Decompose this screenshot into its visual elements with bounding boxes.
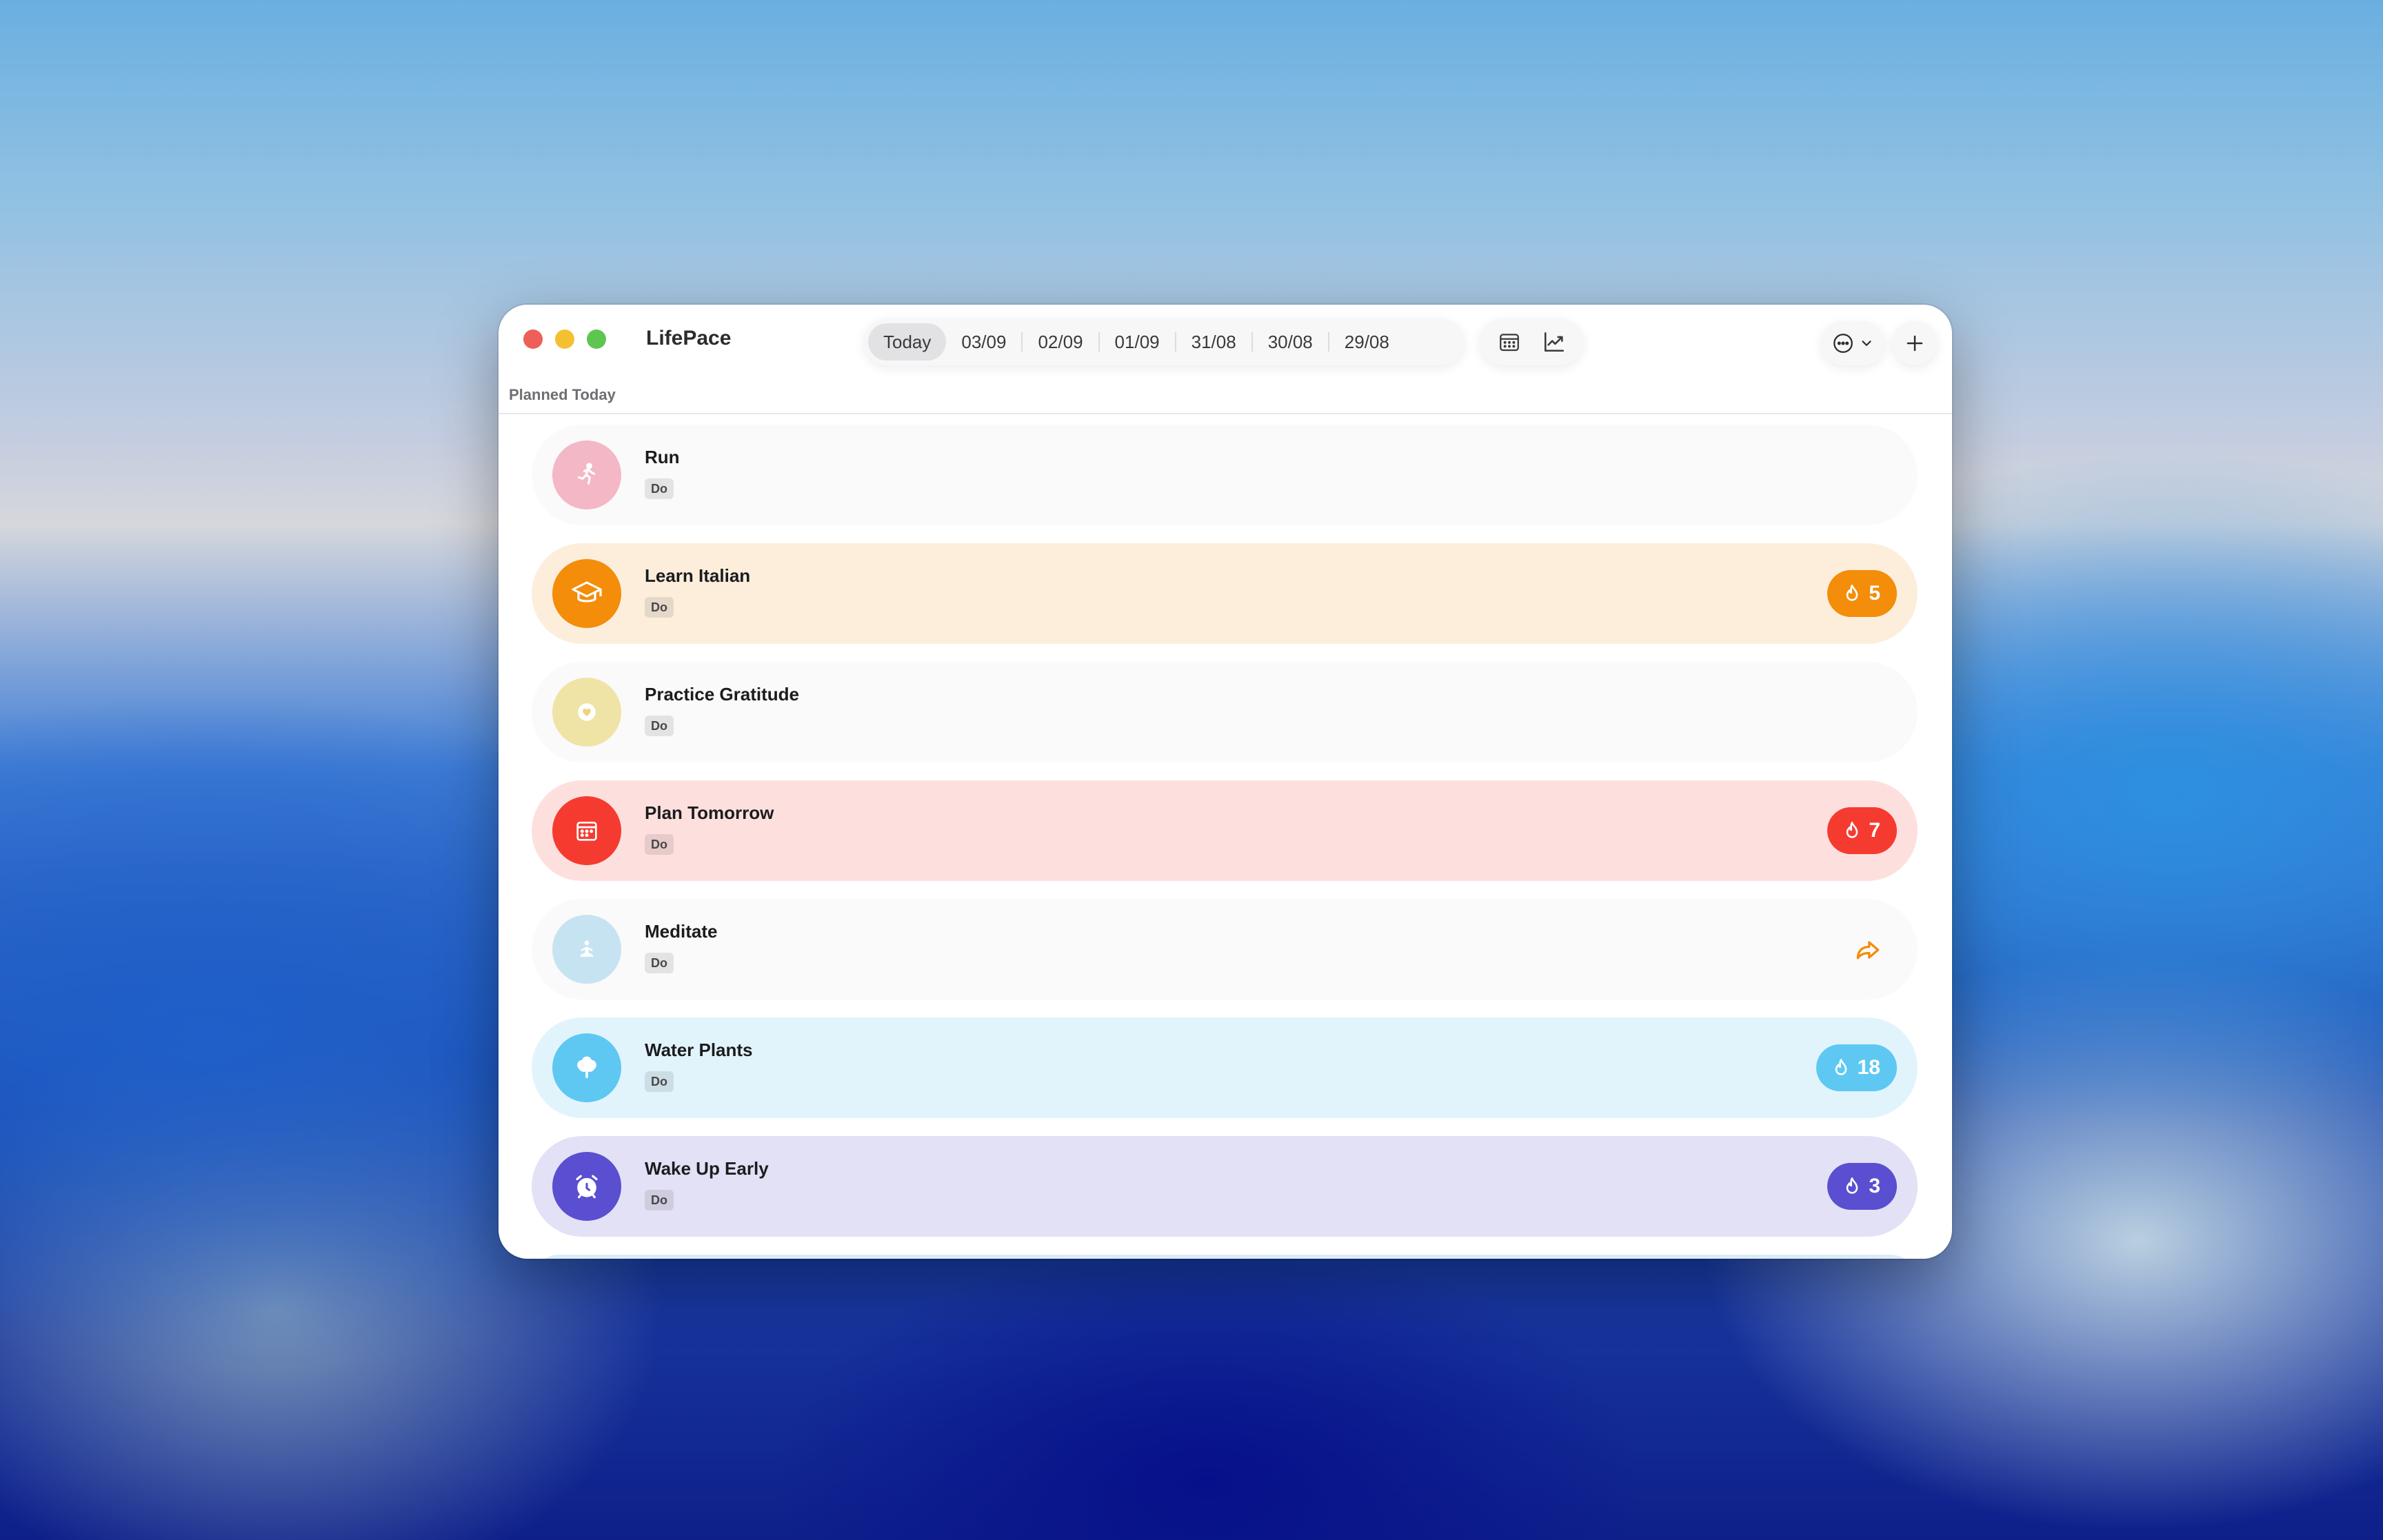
calendar-icon xyxy=(576,822,597,841)
streak-badge: 5 xyxy=(1827,570,1897,617)
habit-icon-badge xyxy=(552,440,621,509)
app-title: LifePace xyxy=(646,327,732,349)
meditation-icon xyxy=(580,940,594,957)
habit-name: Water Plants xyxy=(645,1040,753,1060)
habit-tag: Do xyxy=(645,716,674,736)
habit-tag: Do xyxy=(645,478,674,499)
habit-icon-badge xyxy=(552,915,621,984)
habit-icon-badge xyxy=(552,1033,621,1102)
habit-tag: Do xyxy=(645,597,674,618)
more-options-button[interactable] xyxy=(1821,321,1884,365)
graduation-cap-icon xyxy=(572,581,602,602)
streak-count: 18 xyxy=(1857,1056,1880,1079)
flame-icon xyxy=(1835,1059,1847,1075)
habit-icon-badge xyxy=(552,796,621,865)
streak-badge: 7 xyxy=(1827,807,1897,854)
chart-line-icon xyxy=(1544,332,1564,352)
date-tab-30-08[interactable]: 30/08 xyxy=(1253,323,1328,361)
heart-icon xyxy=(578,703,596,721)
tree-icon xyxy=(577,1056,596,1078)
date-tab-01-09[interactable]: 01/09 xyxy=(1100,323,1175,361)
habit-name: Plan Tomorrow xyxy=(645,802,774,823)
ellipsis-circle-icon xyxy=(1833,334,1853,353)
date-tab-31-08[interactable]: 31/08 xyxy=(1176,323,1251,361)
section-title: Planned Today xyxy=(509,386,616,403)
flame-icon xyxy=(1847,822,1858,838)
plus-icon xyxy=(1907,335,1923,352)
flame-icon xyxy=(1847,1177,1858,1194)
habit-row-learn-italian[interactable]: Learn Italian Do 5 xyxy=(532,543,1918,644)
date-tab-03-09[interactable]: 03/09 xyxy=(946,323,1021,361)
zoom-window-button[interactable] xyxy=(587,330,606,349)
app-window: LifePace Today 03/09 02/09 01/09 31/08 3… xyxy=(499,305,1952,1259)
habit-name: Meditate xyxy=(645,921,718,942)
streak-count: 3 xyxy=(1869,1175,1880,1197)
habit-name: Learn Italian xyxy=(645,565,751,586)
streak-count: 7 xyxy=(1869,819,1880,842)
chevron-down-icon xyxy=(1862,341,1871,346)
habit-row-partial[interactable] xyxy=(532,1255,1918,1259)
date-tab-02-09[interactable]: 02/09 xyxy=(1023,323,1098,361)
alarm-clock-icon xyxy=(576,1175,598,1199)
view-switcher xyxy=(1480,318,1583,365)
habit-name: Wake Up Early xyxy=(645,1158,769,1179)
habit-row-practice-gratitude[interactable]: Practice Gratitude Do xyxy=(532,662,1918,762)
add-habit-button[interactable] xyxy=(1893,321,1937,365)
header-divider xyxy=(499,413,1952,414)
habit-icon-badge xyxy=(552,1152,621,1221)
calendar-view-button[interactable] xyxy=(1491,324,1527,360)
streak-badge: 18 xyxy=(1816,1044,1897,1091)
skip-share-button[interactable] xyxy=(1853,935,1883,969)
date-tab-29-08[interactable]: 29/08 xyxy=(1329,323,1405,361)
habit-icon-badge xyxy=(552,678,621,747)
habit-row-run[interactable]: Run Do xyxy=(532,425,1918,525)
habit-row-water-plants[interactable]: Water Plants Do 18 xyxy=(532,1017,1918,1118)
habit-tag: Do xyxy=(645,953,674,973)
running-icon xyxy=(578,463,596,485)
habit-tag: Do xyxy=(645,1190,674,1210)
stats-view-button[interactable] xyxy=(1536,324,1572,360)
habit-name: Practice Gratitude xyxy=(645,684,799,705)
habit-row-plan-tomorrow[interactable]: Plan Tomorrow Do 7 xyxy=(532,780,1918,881)
habit-list: Run Do Learn Italian Do 5 Practice Grati… xyxy=(532,425,1918,1259)
flame-icon xyxy=(1847,585,1858,601)
minimize-window-button[interactable] xyxy=(555,330,574,349)
streak-badge: 3 xyxy=(1827,1163,1897,1210)
habit-icon-badge xyxy=(552,559,621,628)
habit-tag: Do xyxy=(645,834,674,855)
close-window-button[interactable] xyxy=(523,330,543,349)
streak-count: 5 xyxy=(1869,582,1880,605)
habit-name: Run xyxy=(645,447,680,467)
habit-row-meditate[interactable]: Meditate Do xyxy=(532,899,1918,1000)
date-selector: Today 03/09 02/09 01/09 31/08 30/08 29/0… xyxy=(864,318,1464,365)
habit-row-wake-up-early[interactable]: Wake Up Early Do 3 xyxy=(532,1136,1918,1237)
share-arrow-icon xyxy=(1856,941,1880,960)
calendar-icon xyxy=(1499,334,1519,352)
habit-tag: Do xyxy=(645,1071,674,1092)
date-tab-today[interactable]: Today xyxy=(868,323,947,361)
